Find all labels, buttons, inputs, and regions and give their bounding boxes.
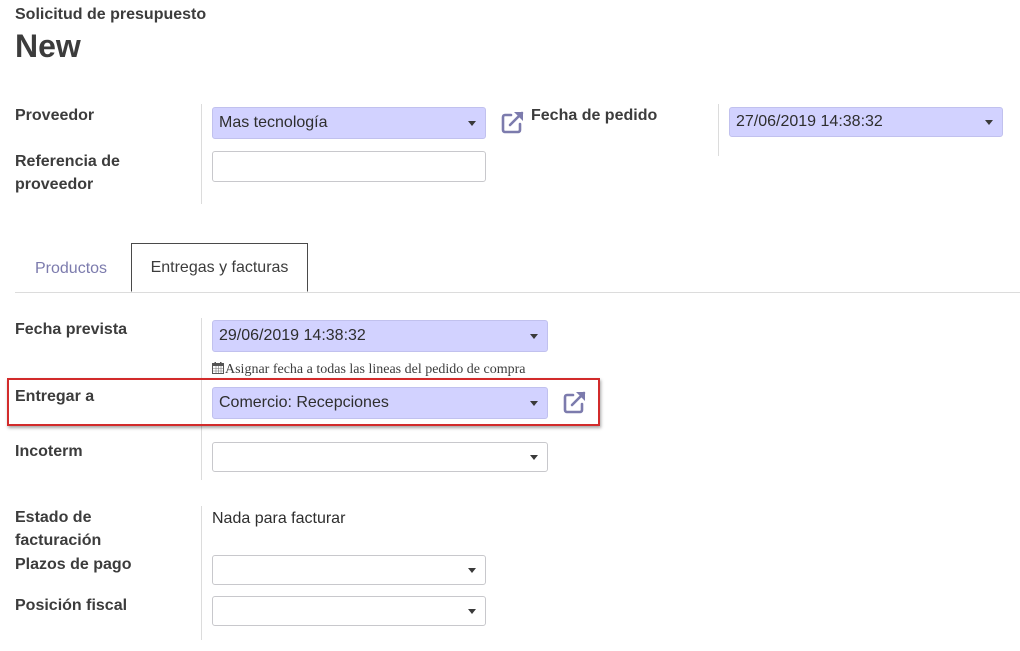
chevron-down-icon: [530, 455, 538, 460]
order-date-value: 27/06/2019 14:38:32: [736, 113, 883, 130]
scheduled-date-value: 29/06/2019 14:38:32: [219, 327, 366, 344]
vendor-select[interactable]: Mas tecnología: [212, 107, 486, 139]
tab-bar-border: [15, 292, 1020, 293]
billing-status-value: Nada para facturar: [212, 510, 346, 527]
highlight-box: [7, 378, 600, 426]
fiscal-position-select[interactable]: [212, 596, 486, 626]
incoterm-label: Incoterm: [15, 443, 83, 460]
vendor-ref-label-line1: Referencia de: [15, 153, 120, 170]
set-date-all-lines-link[interactable]: Asignar fecha a todas las lineas del ped…: [212, 362, 526, 378]
billing-status-label: Estado de facturación: [15, 506, 101, 552]
divider: [718, 104, 719, 156]
external-link-icon[interactable]: [500, 109, 526, 135]
chevron-down-icon: [468, 568, 476, 573]
divider: [201, 506, 202, 640]
order-date-field[interactable]: 27/06/2019 14:38:32: [729, 107, 1003, 137]
order-date-label: Fecha de pedido: [531, 107, 658, 124]
vendor-value: Mas tecnología: [219, 114, 328, 131]
vendor-reference-input[interactable]: [212, 151, 486, 182]
incoterm-select[interactable]: [212, 442, 548, 472]
chevron-down-icon: [468, 609, 476, 614]
chevron-down-icon: [468, 121, 476, 126]
breadcrumb: Solicitud de presupuesto: [15, 6, 207, 23]
payment-terms-select[interactable]: [212, 555, 486, 585]
billing-status-label-line2: facturación: [15, 532, 102, 549]
tab-products[interactable]: Productos: [35, 259, 107, 279]
chevron-down-icon: [530, 334, 538, 339]
set-date-hint-text: Asignar fecha a todas las lineas del ped…: [225, 362, 526, 377]
vendor-label: Proveedor: [15, 107, 95, 124]
divider: [201, 104, 202, 204]
page-title: New: [15, 28, 81, 64]
billing-status-label-line1: Estado de: [15, 509, 92, 526]
chevron-down-icon: [985, 120, 993, 125]
scheduled-date-field[interactable]: 29/06/2019 14:38:32: [212, 320, 548, 352]
fiscal-position-label: Posición fiscal: [15, 597, 128, 614]
payment-terms-label: Plazos de pago: [15, 556, 132, 573]
tab-deliveries-invoices[interactable]: Entregas y facturas: [131, 243, 308, 292]
vendor-ref-label-line2: proveedor: [15, 176, 94, 193]
calendar-icon: [212, 362, 224, 374]
scheduled-date-label: Fecha prevista: [15, 321, 128, 338]
vendor-ref-label: Referencia de proveedor: [15, 150, 120, 196]
